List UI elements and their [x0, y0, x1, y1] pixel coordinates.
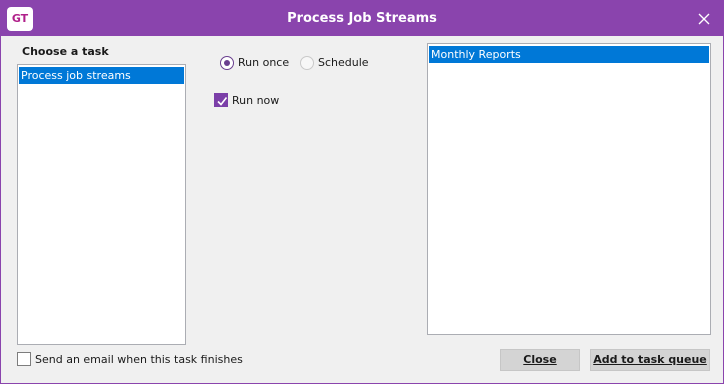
send-email-label: Send an email when this task finishes [35, 353, 243, 366]
title-bar: GT Process Job Streams [1, 1, 723, 36]
close-window-button[interactable] [695, 10, 713, 28]
close-icon [695, 10, 713, 28]
add-to-task-queue-button[interactable]: Add to task queue [590, 349, 710, 371]
task-list[interactable]: Process job streams [17, 64, 186, 345]
list-item[interactable]: Process job streams [19, 67, 184, 84]
radio-unselected-indicator [300, 56, 314, 70]
dialog-window: GT Process Job Streams Choose a task Pro… [0, 0, 724, 384]
list-item[interactable]: Monthly Reports [429, 46, 709, 63]
checkbox-box [17, 352, 31, 366]
close-button[interactable]: Close [500, 349, 580, 371]
job-stream-list[interactable]: Monthly Reports [427, 43, 711, 335]
schedule-label: Schedule [318, 56, 369, 69]
radio-selected-indicator [220, 56, 234, 70]
choose-task-heading: Choose a task [22, 45, 109, 58]
run-now-label: Run now [232, 94, 280, 107]
run-once-label: Run once [238, 56, 290, 69]
checkmark-icon [214, 93, 228, 107]
window-title: Process Job Streams [287, 11, 437, 26]
